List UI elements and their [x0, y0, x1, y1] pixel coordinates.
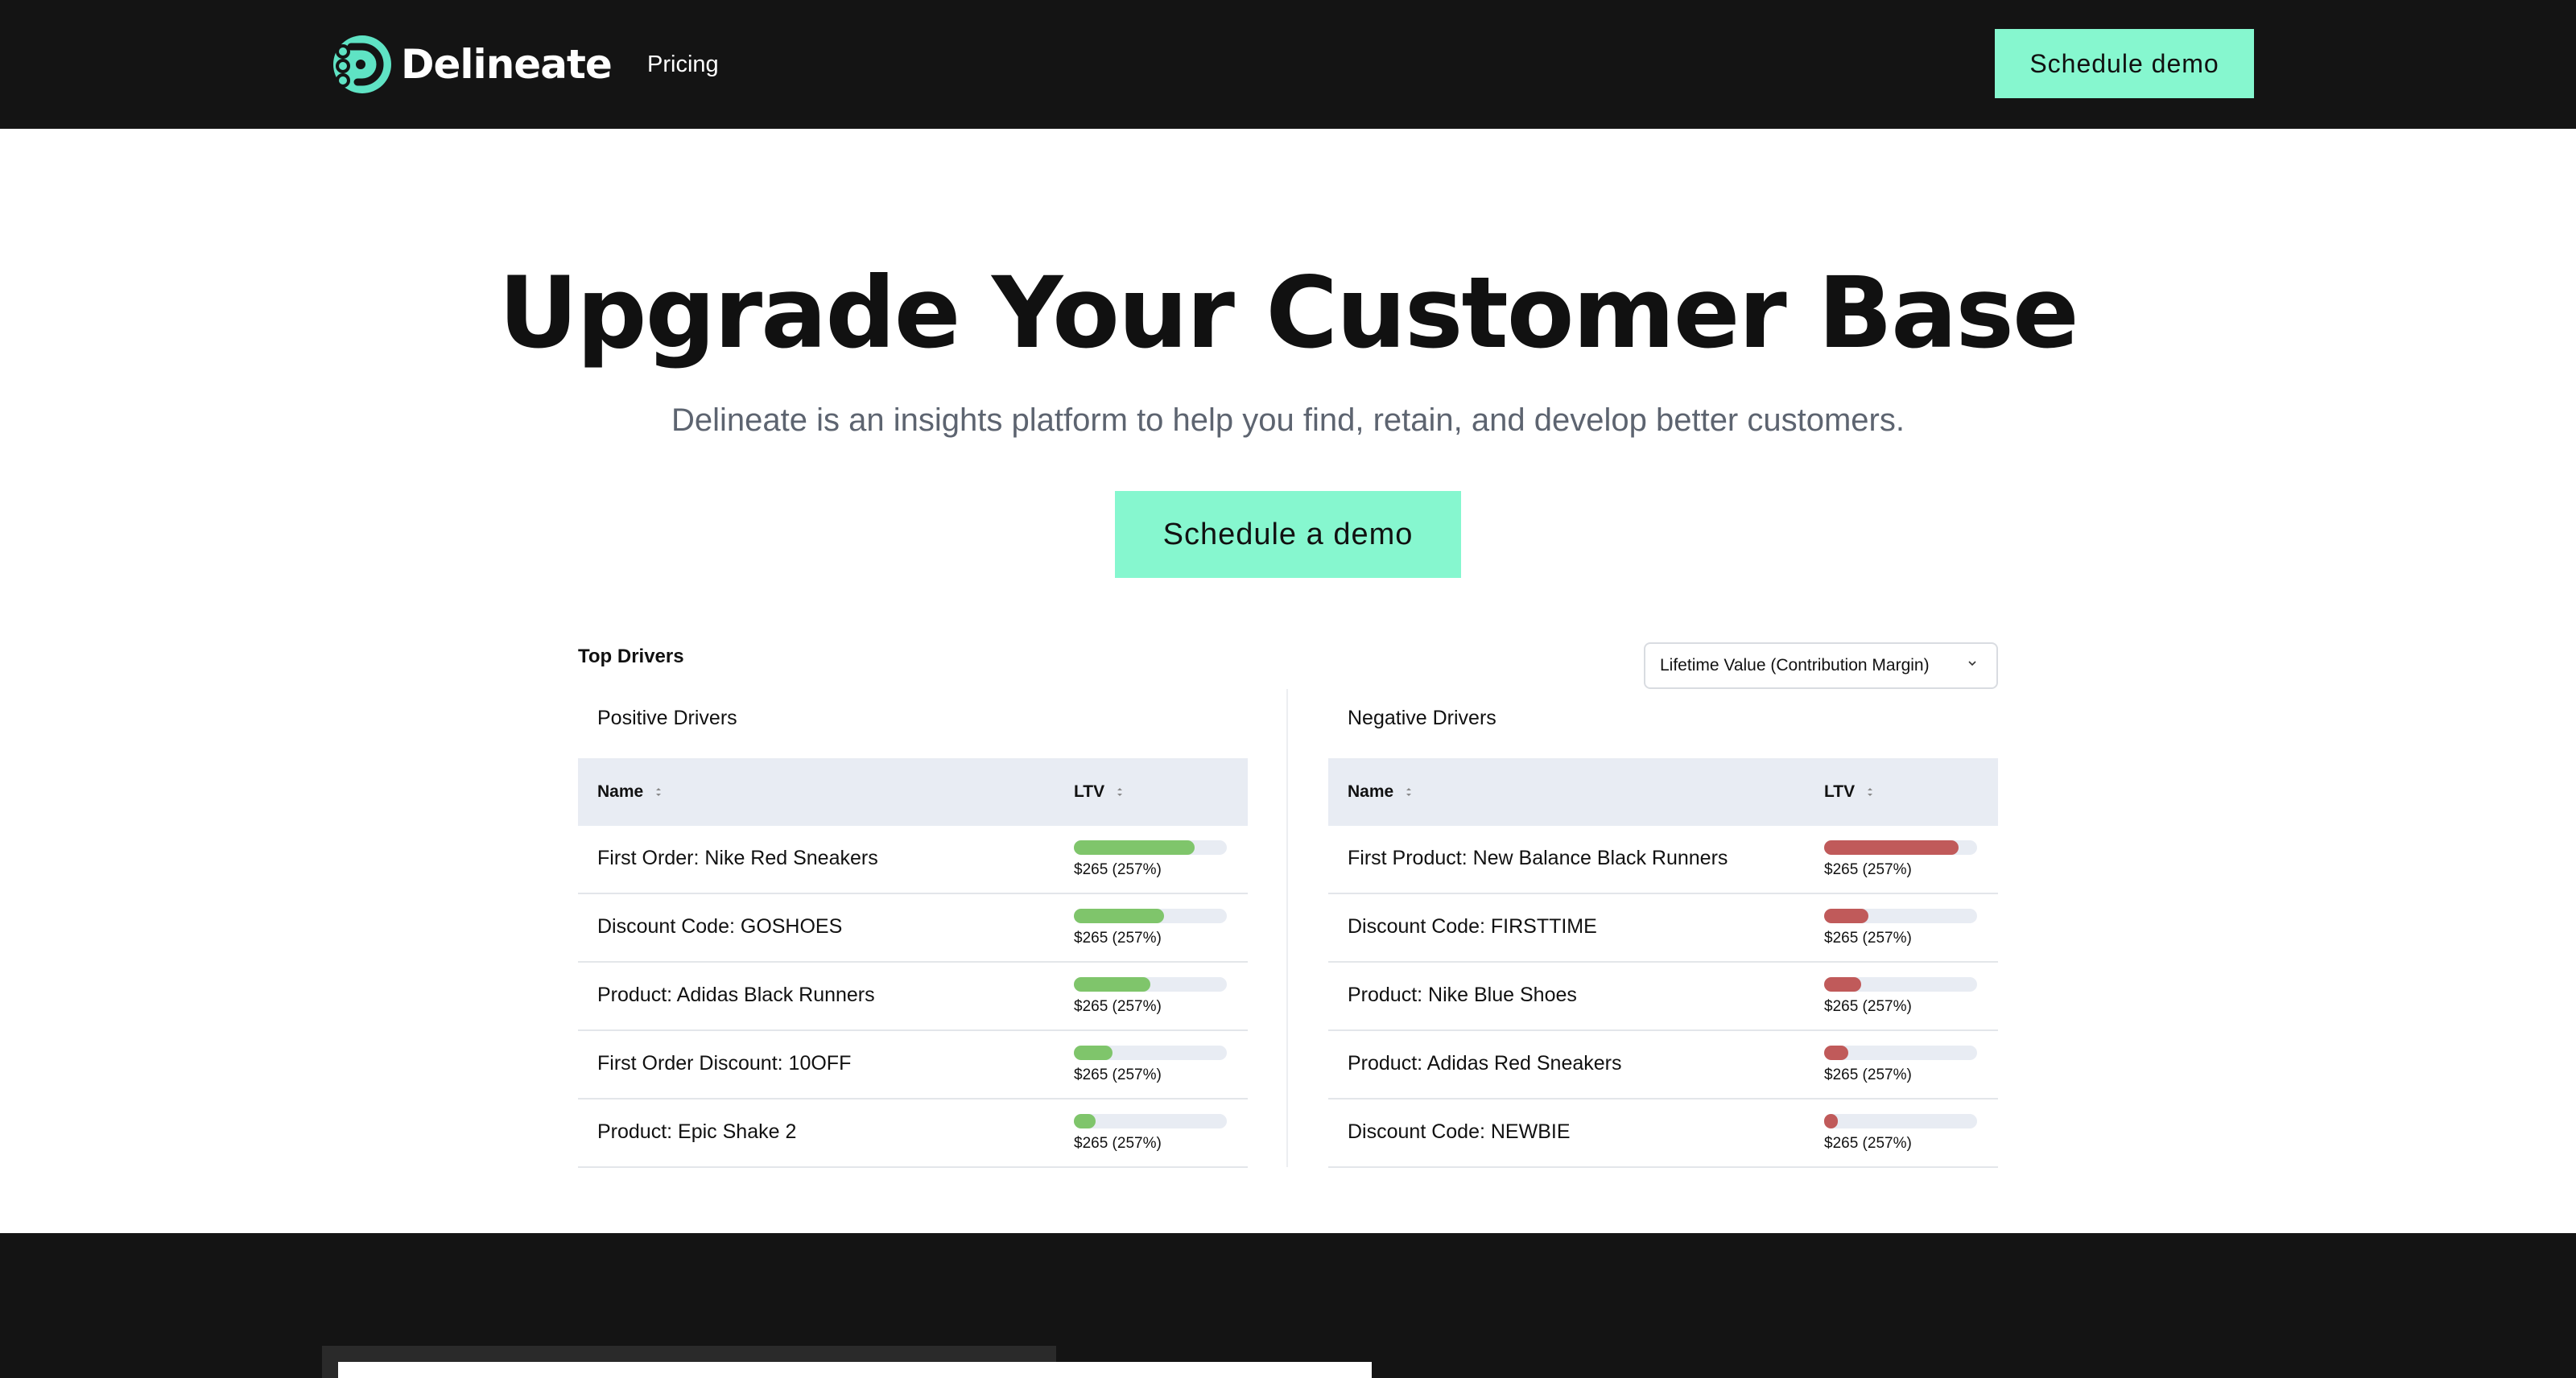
ltv-value: $265 (257%)	[1824, 861, 1912, 878]
table-row[interactable]: Discount Code: GOSHOES $265 (257%)	[578, 894, 1248, 963]
ltv-bar-fill	[1824, 840, 1959, 855]
ltv-bar	[1074, 977, 1227, 992]
column-header-ltv[interactable]: LTV	[1074, 782, 1124, 802]
hero-title: Upgrade Your Customer Base	[498, 256, 2079, 370]
panel-title: Positive Drivers	[597, 707, 737, 729]
schedule-demo-button[interactable]: Schedule demo	[1995, 29, 2254, 98]
ltv-bar	[1074, 909, 1227, 923]
table-header: Name LTV	[1328, 758, 1998, 826]
ltv-bar-fill	[1824, 909, 1869, 923]
row-name: First Order: Nike Red Sneakers	[597, 847, 878, 869]
column-header-ltv[interactable]: LTV	[1824, 782, 1874, 802]
metric-select[interactable]: Lifetime Value (Contribution Margin)	[1644, 642, 1998, 689]
table-row[interactable]: Discount Code: NEWBIE $265 (257%)	[1328, 1100, 1998, 1168]
table-row[interactable]: First Order Discount: 10OFF $265 (257%)	[578, 1031, 1248, 1100]
column-header-name[interactable]: Name	[597, 782, 663, 802]
table-row[interactable]: Product: Epic Shake 2 $265 (257%)	[578, 1100, 1248, 1168]
ltv-bar	[1824, 909, 1977, 923]
row-name: Product: Epic Shake 2	[597, 1120, 797, 1143]
ltv-bar	[1824, 977, 1977, 992]
ltv-bar	[1824, 840, 1977, 855]
row-name: Product: Adidas Black Runners	[597, 984, 875, 1006]
ltv-bar	[1824, 1114, 1977, 1128]
ltv-bar	[1074, 1046, 1227, 1060]
sort-icon	[1117, 788, 1123, 796]
ltv-value: $265 (257%)	[1074, 998, 1162, 1015]
table-row[interactable]: First Product: New Balance Black Runners…	[1328, 826, 1998, 894]
ltv-bar-fill	[1074, 1114, 1096, 1128]
ltv-bar-fill	[1074, 909, 1165, 923]
row-name: First Product: New Balance Black Runners	[1348, 847, 1728, 869]
table-row[interactable]: Discount Code: FIRSTTIME $265 (257%)	[1328, 894, 1998, 963]
brand-logo[interactable]: Delineate	[332, 34, 613, 95]
widget-title: Top Drivers	[578, 646, 684, 667]
table-body: First Product: New Balance Black Runners…	[1328, 826, 1998, 1168]
row-name: First Order Discount: 10OFF	[597, 1052, 852, 1075]
ltv-value: $265 (257%)	[1074, 861, 1162, 878]
row-name: Product: Adidas Red Sneakers	[1348, 1052, 1622, 1075]
ltv-bar-fill	[1074, 840, 1195, 855]
row-name: Discount Code: GOSHOES	[597, 915, 843, 938]
table-row[interactable]: First Order: Nike Red Sneakers $265 (257…	[578, 826, 1248, 894]
top-nav: Delineate Pricing Schedule demo	[0, 0, 2576, 129]
hero-subtitle: Delineate is an insights platform to hel…	[671, 402, 1905, 438]
panel-divider	[1286, 689, 1288, 1167]
row-name: Discount Code: FIRSTTIME	[1348, 915, 1597, 938]
table-header: Name LTV	[578, 758, 1248, 826]
ltv-value: $265 (257%)	[1824, 1067, 1912, 1083]
sort-icon	[1406, 788, 1412, 796]
row-name: Discount Code: NEWBIE	[1348, 1120, 1571, 1143]
table-body: First Order: Nike Red Sneakers $265 (257…	[578, 826, 1248, 1168]
chevron-down-icon	[1968, 661, 1976, 666]
ltv-value: $265 (257%)	[1074, 930, 1162, 947]
preview-card	[338, 1362, 1372, 1378]
ltv-bar-fill	[1074, 977, 1150, 992]
sort-icon	[656, 788, 662, 796]
ltv-value: $265 (257%)	[1824, 930, 1912, 947]
ltv-bar-fill	[1824, 977, 1861, 992]
ltv-bar	[1074, 840, 1227, 855]
ltv-bar-fill	[1824, 1046, 1849, 1060]
dark-section	[0, 1233, 2576, 1378]
column-header-name[interactable]: Name	[1348, 782, 1413, 802]
sort-icon	[1868, 788, 1873, 796]
ltv-bar	[1074, 1114, 1227, 1128]
ltv-bar-fill	[1824, 1114, 1839, 1128]
ltv-bar	[1824, 1046, 1977, 1060]
ltv-value: $265 (257%)	[1824, 1135, 1912, 1152]
ltv-value: $265 (257%)	[1824, 998, 1912, 1015]
row-name: Product: Nike Blue Shoes	[1348, 984, 1577, 1006]
brand-name: Delineate	[401, 41, 613, 88]
delineate-logo-icon	[333, 35, 391, 93]
ltv-value: $265 (257%)	[1074, 1135, 1162, 1152]
hero-schedule-demo-button[interactable]: Schedule a demo	[1115, 491, 1461, 578]
nav-link-pricing[interactable]: Pricing	[647, 52, 719, 78]
metric-select-value: Lifetime Value (Contribution Margin)	[1660, 656, 1930, 675]
table-row[interactable]: Product: Adidas Black Runners $265 (257%…	[578, 963, 1248, 1031]
ltv-value: $265 (257%)	[1074, 1067, 1162, 1083]
table-row[interactable]: Product: Nike Blue Shoes $265 (257%)	[1328, 963, 1998, 1031]
table-row[interactable]: Product: Adidas Red Sneakers $265 (257%)	[1328, 1031, 1998, 1100]
panel-title: Negative Drivers	[1348, 707, 1496, 729]
ltv-bar-fill	[1074, 1046, 1113, 1060]
top-drivers-widget: Top Drivers Lifetime Value (Contribution…	[578, 636, 1998, 1168]
